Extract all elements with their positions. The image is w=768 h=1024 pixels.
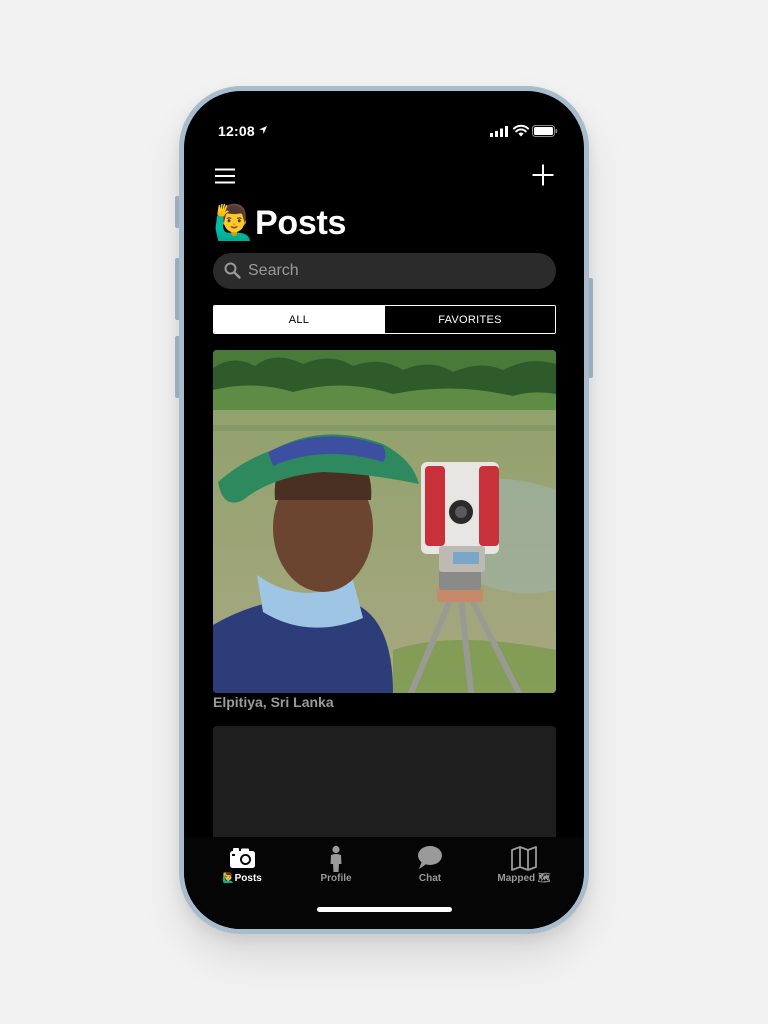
search-bar[interactable] <box>213 253 556 289</box>
tab-all[interactable]: ALL <box>214 306 384 333</box>
post-photo-placeholder[interactable] <box>213 726 556 846</box>
person-icon <box>330 845 342 872</box>
tab-chat-label: Chat <box>418 873 442 884</box>
cellular-signal-icon <box>490 126 508 137</box>
tab-mapped-label: Mapped 🗺 <box>497 873 551 884</box>
post-photo[interactable] <box>213 350 556 693</box>
page-title: 🙋‍♂️Posts <box>213 204 347 242</box>
tab-profile[interactable]: Profile <box>290 837 382 897</box>
wifi-icon <box>513 124 529 137</box>
status-bar: 12:08 <box>184 91 584 161</box>
tab-posts-label: 🙋‍♂️Posts <box>222 873 262 884</box>
phone-frame: 12:08 <box>179 86 589 934</box>
add-post-icon[interactable] <box>531 163 555 187</box>
post-location-caption: Elpitiya, Sri Lanka <box>213 694 334 710</box>
search-input[interactable] <box>248 253 538 289</box>
tab-mapped[interactable]: Mapped 🗺 <box>478 837 570 897</box>
home-indicator[interactable] <box>317 907 452 912</box>
status-time: 12:08 <box>218 123 255 139</box>
tab-profile-label: Profile <box>320 873 352 884</box>
bottom-tab-bar: 🙋‍♂️Posts Profile Chat <box>184 837 584 929</box>
app-screen: 12:08 <box>184 91 584 929</box>
tab-chat[interactable]: Chat <box>384 837 476 897</box>
hamburger-menu-icon[interactable] <box>213 166 237 186</box>
chat-bubble-icon <box>418 846 442 869</box>
tab-posts[interactable]: 🙋‍♂️Posts <box>196 837 288 897</box>
search-icon <box>224 262 241 279</box>
battery-icon <box>532 125 558 137</box>
camera-icon <box>230 848 255 868</box>
tab-favorites[interactable]: FAVORITES <box>384 306 555 333</box>
filter-segmented-control: ALL FAVORITES <box>213 305 556 334</box>
location-arrow-icon <box>259 126 267 134</box>
map-icon <box>511 846 537 871</box>
